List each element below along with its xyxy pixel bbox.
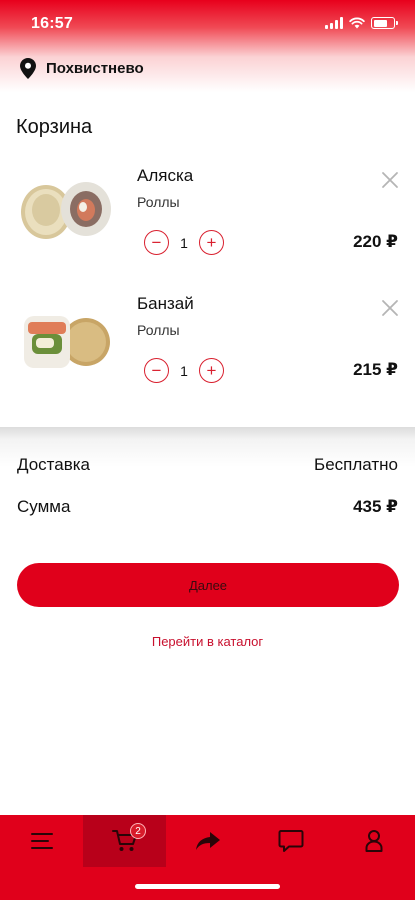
increase-quantity-button[interactable]: + — [199, 230, 224, 255]
page-title: Корзина — [16, 116, 93, 138]
tab-cart[interactable]: 2 — [83, 815, 166, 867]
cart-item: Банзай Роллы − 1 + 215 ₽ — [0, 290, 415, 418]
quantity-stepper: − 1 + — [144, 358, 224, 383]
item-category: Роллы — [137, 322, 180, 338]
battery-icon — [371, 17, 398, 29]
quantity-stepper: − 1 + — [144, 230, 224, 255]
quantity-value: 1 — [180, 362, 188, 379]
tab-share[interactable] — [166, 815, 249, 867]
home-indicator — [135, 884, 280, 889]
item-category: Роллы — [137, 194, 180, 210]
item-price: 215 ₽ — [353, 360, 398, 379]
cart-item: Аляска Роллы − 1 + 220 ₽ — [0, 162, 415, 290]
total-row: Сумма 435 ₽ — [17, 497, 398, 517]
delivery-label: Доставка — [17, 455, 91, 474]
item-price: 220 ₽ — [353, 232, 398, 251]
cart-count-badge: 2 — [130, 823, 146, 839]
status-time: 16:57 — [31, 15, 73, 32]
decrease-quantity-button[interactable]: − — [144, 230, 169, 255]
wifi-icon — [349, 17, 365, 29]
location-pin-icon — [20, 58, 36, 79]
total-label: Сумма — [17, 497, 71, 516]
signal-icon — [325, 17, 343, 29]
remove-item-button[interactable] — [380, 298, 400, 318]
next-button[interactable]: Далее — [17, 563, 399, 607]
increase-quantity-button[interactable]: + — [199, 358, 224, 383]
decrease-quantity-button[interactable]: − — [144, 358, 169, 383]
profile-icon — [365, 830, 382, 852]
roll-sesame-image — [21, 182, 111, 239]
tab-menu[interactable] — [0, 815, 83, 867]
location-selector[interactable]: Похвистнево — [20, 58, 144, 79]
status-icons — [325, 17, 398, 29]
delivery-row: Доставка Бесплатно — [17, 455, 398, 475]
header: 16:57 Похвистнево — [0, 0, 415, 92]
tab-profile[interactable] — [332, 815, 415, 867]
roll-cucumber-image — [24, 316, 110, 368]
item-name: Банзай — [137, 294, 194, 313]
remove-item-button[interactable] — [380, 170, 400, 190]
share-icon — [195, 832, 220, 850]
tab-chat[interactable] — [249, 815, 332, 867]
quantity-value: 1 — [180, 234, 188, 251]
chat-icon — [278, 830, 303, 852]
delivery-value: Бесплатно — [314, 455, 398, 474]
go-to-catalog-link[interactable]: Перейти в каталог — [0, 634, 415, 649]
status-bar: 16:57 — [0, 0, 415, 50]
item-name: Аляска — [137, 166, 194, 185]
location-city: Похвистнево — [46, 60, 144, 77]
total-value: 435 ₽ — [353, 497, 398, 516]
menu-icon — [30, 833, 53, 849]
